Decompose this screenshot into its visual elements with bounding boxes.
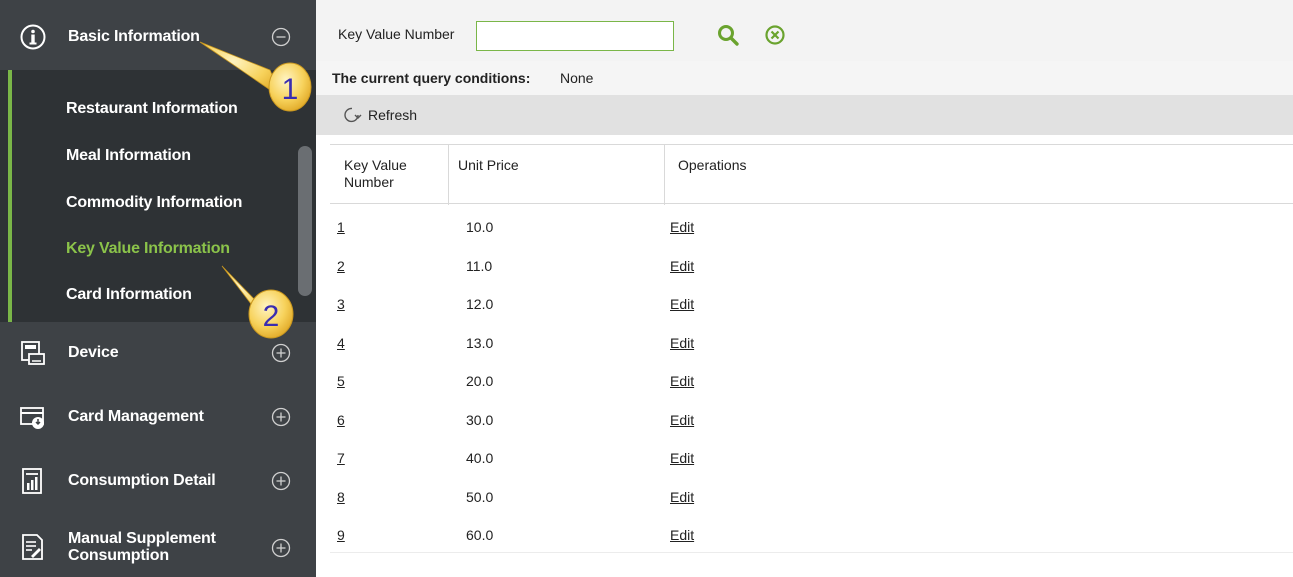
document-edit-icon bbox=[22, 534, 43, 560]
edit-link[interactable]: Edit bbox=[670, 219, 694, 235]
unit-price-cell: 11.0 bbox=[466, 257, 493, 274]
callout-1-number: 1 bbox=[282, 73, 299, 106]
unit-price-cell: 12.0 bbox=[466, 296, 494, 312]
expand-icon[interactable] bbox=[271, 407, 291, 427]
section-manual-supplement-consumption[interactable]: Manual Supplement Consumption bbox=[0, 530, 316, 566]
column-header-unit-price[interactable]: Unit Price bbox=[458, 157, 519, 174]
unit-price-cell: 50.0 bbox=[466, 488, 494, 505]
key-value-number-link[interactable]: 2 bbox=[337, 258, 345, 274]
table-row: 5 20.0 Edit bbox=[330, 363, 1293, 401]
edit-link[interactable]: Edit bbox=[670, 489, 694, 505]
table-row: 2 11.0 Edit bbox=[330, 248, 1293, 286]
expand-icon[interactable] bbox=[271, 538, 291, 558]
column-divider bbox=[664, 145, 665, 205]
section-consumption-detail[interactable]: Consumption Detail bbox=[0, 468, 316, 494]
key-value-number-link[interactable]: 8 bbox=[337, 489, 345, 505]
annotation-callouts: 1 2 bbox=[199, 41, 312, 339]
query-conditions-value: None bbox=[560, 70, 594, 86]
query-conditions-label: The current query conditions: bbox=[332, 70, 531, 86]
refresh-label: Refresh bbox=[368, 107, 418, 123]
header-line2: Number bbox=[344, 174, 394, 190]
section-label: Card Management bbox=[68, 408, 204, 425]
key-value-number-link[interactable]: 1 bbox=[337, 219, 345, 235]
key-value-table: Key Value Number Unit Price Operations 1… bbox=[330, 144, 1293, 564]
table-row: 6 30.0 Edit bbox=[330, 402, 1293, 440]
key-value-number-link[interactable]: 5 bbox=[337, 373, 345, 389]
clear-search-icon[interactable] bbox=[764, 24, 786, 46]
edit-link[interactable]: Edit bbox=[670, 412, 694, 428]
refresh-button[interactable]: Refresh bbox=[342, 105, 417, 125]
key-value-number-link[interactable]: 7 bbox=[337, 450, 345, 466]
edit-link[interactable]: Edit bbox=[670, 527, 694, 543]
section-label-line2: Consumption bbox=[68, 547, 169, 564]
table-row: 4 13.0 Edit bbox=[330, 325, 1293, 363]
edit-link[interactable]: Edit bbox=[670, 373, 694, 389]
key-value-number-link[interactable]: 9 bbox=[337, 527, 345, 543]
search-icon[interactable] bbox=[716, 23, 740, 47]
search-label: Key Value Number bbox=[338, 26, 455, 42]
refresh-icon bbox=[344, 107, 362, 123]
query-conditions: The current query conditions: None bbox=[316, 61, 1293, 95]
section-label: Consumption Detail bbox=[68, 472, 216, 489]
unit-price-cell: 60.0 bbox=[466, 527, 494, 543]
table-bottom-border bbox=[330, 552, 1293, 553]
unit-price-cell: 20.0 bbox=[466, 373, 494, 389]
unit-price-cell: 30.0 bbox=[466, 411, 494, 428]
key-value-number-input[interactable] bbox=[476, 21, 674, 51]
edit-link[interactable]: Edit bbox=[670, 335, 694, 351]
edit-link[interactable]: Edit bbox=[670, 296, 694, 312]
table-row: 9 60.0 Edit bbox=[330, 517, 1293, 555]
report-icon bbox=[22, 468, 42, 494]
key-value-number-link[interactable]: 6 bbox=[337, 412, 345, 428]
key-value-number-link[interactable]: 4 bbox=[337, 335, 345, 351]
main-content: Key Value Number The current query condi… bbox=[316, 9, 1293, 577]
section-card-management[interactable]: Card Management bbox=[0, 404, 316, 430]
column-header-operations[interactable]: Operations bbox=[678, 157, 746, 174]
table-row: 3 12.0 Edit bbox=[330, 286, 1293, 324]
expand-icon[interactable] bbox=[271, 471, 291, 491]
column-divider bbox=[448, 145, 449, 205]
unit-price-cell: 13.0 bbox=[466, 334, 494, 351]
section-label-line1: Manual Supplement bbox=[68, 530, 216, 547]
column-header-key-value-number[interactable]: Key Value Number bbox=[344, 157, 407, 191]
header-line1: Key Value bbox=[344, 157, 407, 173]
unit-price-cell: 10.0 bbox=[466, 219, 494, 235]
edit-link[interactable]: Edit bbox=[670, 450, 694, 466]
table-row: 7 40.0 Edit bbox=[330, 440, 1293, 478]
edit-link[interactable]: Edit bbox=[670, 258, 694, 274]
card-management-icon bbox=[20, 407, 44, 429]
search-bar: Key Value Number bbox=[316, 9, 1293, 61]
callout-2-number: 2 bbox=[263, 300, 280, 333]
unit-price-cell: 40.0 bbox=[466, 450, 494, 466]
table-header: Key Value Number Unit Price Operations bbox=[330, 144, 1293, 205]
key-value-number-link[interactable]: 3 bbox=[337, 296, 345, 312]
table-row: 8 50.0 Edit bbox=[330, 479, 1293, 517]
toolbar: Refresh bbox=[316, 95, 1293, 135]
table-row: 1 10.0 Edit bbox=[330, 209, 1293, 247]
